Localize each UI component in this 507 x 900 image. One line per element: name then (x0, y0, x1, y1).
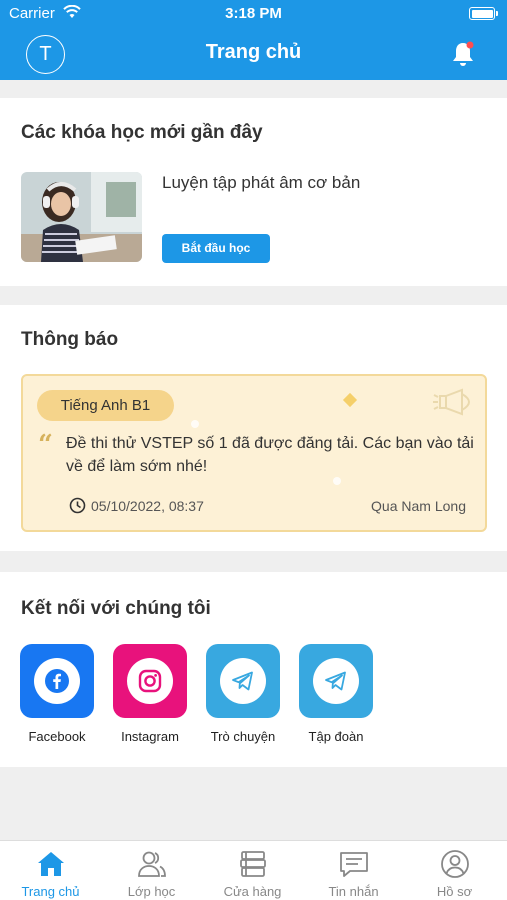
connect-card: Kết nối với chúng tôi Facebook Instagram… (0, 572, 507, 767)
facebook-button[interactable] (20, 644, 94, 718)
dot-decoration (191, 420, 199, 428)
chat-label: Trò chuyện (210, 729, 276, 744)
tab-profile-label: Hồ sơ (436, 884, 473, 899)
home-icon (38, 852, 64, 876)
message-icon (340, 852, 368, 877)
instagram-icon (138, 669, 162, 693)
profile-icon (441, 850, 469, 878)
bottom-tab-bar: Trang chủ Lớp học Cửa hàng Tin nhắn Hồ s… (0, 840, 507, 900)
notifications-title: Thông báo (21, 329, 119, 350)
users-icon (138, 851, 166, 877)
recent-courses-title: Các khóa học mới gần đây (21, 122, 263, 143)
course-name[interactable]: Luyện tập phát âm cơ bản (162, 173, 360, 193)
dot-decoration (333, 477, 341, 485)
tab-profile[interactable]: Hồ sơ (404, 841, 505, 900)
clock-icon (69, 497, 86, 514)
status-bar: Carrier 3:18 PM (0, 0, 507, 28)
facebook-label: Facebook (28, 729, 86, 744)
tab-messages-label: Tin nhắn (328, 884, 379, 899)
recent-courses-card: Các khóa học mới gần đây Luyện tập phát … (0, 98, 507, 286)
tab-classes[interactable]: Lớp học (101, 841, 202, 900)
tab-home-label: Trang chủ (21, 884, 80, 899)
tab-classes-label: Lớp học (127, 884, 176, 899)
course-thumbnail[interactable] (21, 172, 142, 262)
battery-icon (469, 7, 498, 20)
top-navbar: T Trang chủ (0, 28, 507, 80)
start-learning-button[interactable]: Bắt đầu học (162, 234, 270, 263)
megaphone-icon (433, 388, 470, 416)
books-icon (240, 851, 266, 877)
notification-datetime: 05/10/2022, 08:37 (91, 498, 204, 514)
group-button[interactable] (299, 644, 373, 718)
tab-store-label: Cửa hàng (223, 884, 282, 899)
tab-home[interactable]: Trang chủ (0, 841, 101, 900)
notification-message: Đề thi thử VSTEP số 1 đã được đăng tải. … (66, 435, 474, 475)
page-title: Trang chủ (205, 41, 302, 63)
telegram-icon (232, 671, 253, 691)
quote-icon: “ (38, 430, 53, 460)
chat-button[interactable] (206, 644, 280, 718)
tab-messages[interactable]: Tin nhắn (303, 841, 404, 900)
notification-author: Qua Nam Long (371, 498, 466, 514)
telegram-icon (325, 671, 346, 691)
notifications-card: Thông báo Tiếng Anh B1 “ Đề thi thử VSTE… (0, 305, 507, 551)
instagram-label: Instagram (121, 729, 179, 744)
connect-title: Kết nối với chúng tôi (21, 598, 211, 619)
notification-item[interactable]: Tiếng Anh B1 “ Đề thi thử VSTEP số 1 đã … (21, 374, 487, 532)
group-label: Tập đoàn (308, 729, 364, 744)
tab-store[interactable]: Cửa hàng (202, 841, 303, 900)
clock-time: 3:18 PM (225, 5, 282, 22)
bell-icon[interactable] (450, 40, 476, 68)
instagram-button[interactable] (113, 644, 187, 718)
facebook-icon (45, 669, 69, 693)
sparkle-decoration (342, 392, 358, 408)
course-tag-badge: Tiếng Anh B1 (37, 390, 174, 421)
